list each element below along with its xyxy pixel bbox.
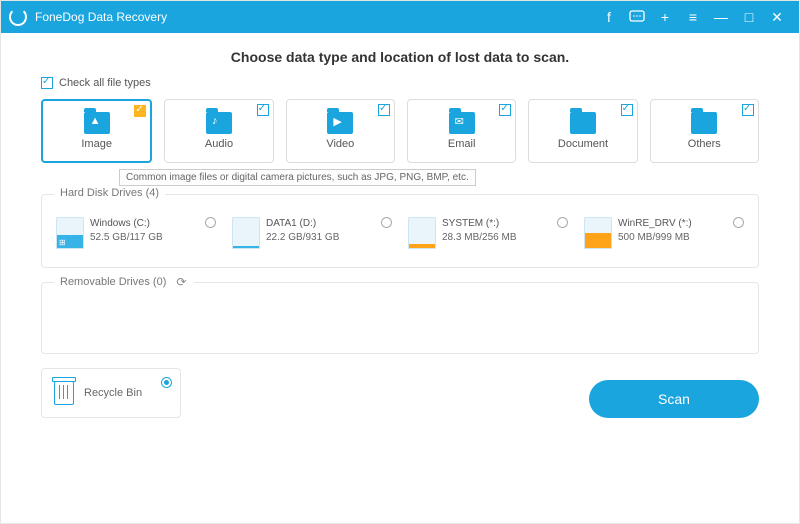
drive-size: 500 MB/999 MB — [618, 231, 692, 245]
type-card-document[interactable]: Document — [528, 99, 637, 163]
type-checkbox[interactable] — [378, 104, 390, 116]
menu-icon[interactable]: ≡ — [679, 3, 707, 31]
type-label: Document — [558, 138, 608, 150]
drive-info: Windows (C:)52.5 GB/117 GB — [90, 217, 163, 245]
add-icon[interactable]: + — [651, 3, 679, 31]
recycle-bin-label: Recycle Bin — [84, 387, 142, 399]
audio-icon: ♪ — [206, 112, 232, 134]
drive-radio[interactable] — [557, 217, 568, 228]
hdd-drives-row: ⊞ Windows (C:)52.5 GB/117 GB DATA1 (D:)22.… — [56, 217, 744, 249]
drive-item[interactable]: ⊞ Windows (C:)52.5 GB/117 GB — [56, 217, 216, 249]
type-card-video[interactable]: ▶ Video — [286, 99, 395, 163]
file-type-grid: ▲ Image ♪ Audio ▶ Video ✉ Email Document Others — [41, 99, 759, 163]
type-card-others[interactable]: Others — [650, 99, 759, 163]
type-label: Others — [688, 138, 721, 150]
type-checkbox[interactable] — [499, 104, 511, 116]
drive-info: DATA1 (D:)22.2 GB/931 GB — [266, 217, 339, 245]
drive-radio[interactable] — [205, 217, 216, 228]
drive-icon — [584, 217, 612, 249]
check-all-row[interactable]: Check all file types — [41, 77, 759, 89]
type-label: Email — [448, 138, 476, 150]
app-title: FoneDog Data Recovery — [35, 10, 595, 24]
drive-size: 52.5 GB/117 GB — [90, 231, 163, 245]
drive-icon — [232, 217, 260, 249]
type-tooltip: Common image files or digital camera pic… — [119, 169, 476, 186]
type-card-audio[interactable]: ♪ Audio — [164, 99, 273, 163]
main-content: Choose data type and location of lost da… — [1, 33, 799, 430]
trash-icon — [54, 381, 74, 405]
drive-icon: ⊞ — [56, 217, 84, 249]
drive-item[interactable]: DATA1 (D:)22.2 GB/931 GB — [232, 217, 392, 249]
drive-size: 22.2 GB/931 GB — [266, 231, 339, 245]
feedback-icon[interactable] — [623, 3, 651, 31]
page-heading: Choose data type and location of lost da… — [41, 49, 759, 65]
check-all-label: Check all file types — [59, 77, 151, 89]
type-checkbox[interactable] — [257, 104, 269, 116]
type-card-image[interactable]: ▲ Image — [41, 99, 152, 163]
drive-size: 28.3 MB/256 MB — [442, 231, 516, 245]
type-checkbox[interactable] — [134, 105, 146, 117]
type-checkbox[interactable] — [742, 104, 754, 116]
drive-radio[interactable] — [381, 217, 392, 228]
drive-name: Windows (C:) — [90, 217, 163, 231]
refresh-icon[interactable]: ⟳ — [174, 275, 188, 289]
recycle-bin-radio[interactable] — [161, 377, 172, 388]
type-label: Audio — [205, 138, 233, 150]
windows-logo-icon: ⊞ — [59, 238, 66, 247]
drive-item[interactable]: SYSTEM (*:)28.3 MB/256 MB — [408, 217, 568, 249]
others-icon — [691, 112, 717, 134]
type-label: Image — [81, 138, 112, 150]
drive-info: SYSTEM (*:)28.3 MB/256 MB — [442, 217, 516, 245]
facebook-icon[interactable]: f — [595, 3, 623, 31]
check-all-checkbox[interactable] — [41, 77, 53, 89]
maximize-icon[interactable]: □ — [735, 3, 763, 31]
scan-button[interactable]: Scan — [589, 380, 759, 418]
close-icon[interactable]: ✕ — [763, 3, 791, 31]
hdd-section: Hard Disk Drives (4) ⊞Windows (C:)52.5 G… — [41, 194, 759, 268]
removable-section: Removable Drives (0) ⟳ — [41, 282, 759, 354]
drive-item[interactable]: WinRE_DRV (*:)500 MB/999 MB — [584, 217, 744, 249]
drive-name: DATA1 (D:) — [266, 217, 339, 231]
email-icon: ✉ — [449, 112, 475, 134]
drive-radio[interactable] — [733, 217, 744, 228]
type-card-email[interactable]: ✉ Email — [407, 99, 516, 163]
bottom-row: Recycle Bin Scan — [41, 368, 759, 418]
recycle-bin-card[interactable]: Recycle Bin — [41, 368, 181, 418]
app-logo-icon — [9, 8, 27, 26]
removable-title-text: Removable Drives (0) — [60, 276, 166, 288]
titlebar: FoneDog Data Recovery f + ≡ — □ ✕ — [1, 1, 799, 33]
drive-name: SYSTEM (*:) — [442, 217, 516, 231]
hdd-section-title: Hard Disk Drives (4) — [54, 187, 165, 199]
type-label: Video — [326, 138, 354, 150]
drive-icon — [408, 217, 436, 249]
drive-info: WinRE_DRV (*:)500 MB/999 MB — [618, 217, 692, 245]
image-icon: ▲ — [84, 112, 110, 134]
minimize-icon[interactable]: — — [707, 3, 735, 31]
drive-name: WinRE_DRV (*:) — [618, 217, 692, 231]
document-icon — [570, 112, 596, 134]
removable-section-title: Removable Drives (0) ⟳ — [54, 275, 194, 289]
video-icon: ▶ — [327, 112, 353, 134]
type-checkbox[interactable] — [621, 104, 633, 116]
